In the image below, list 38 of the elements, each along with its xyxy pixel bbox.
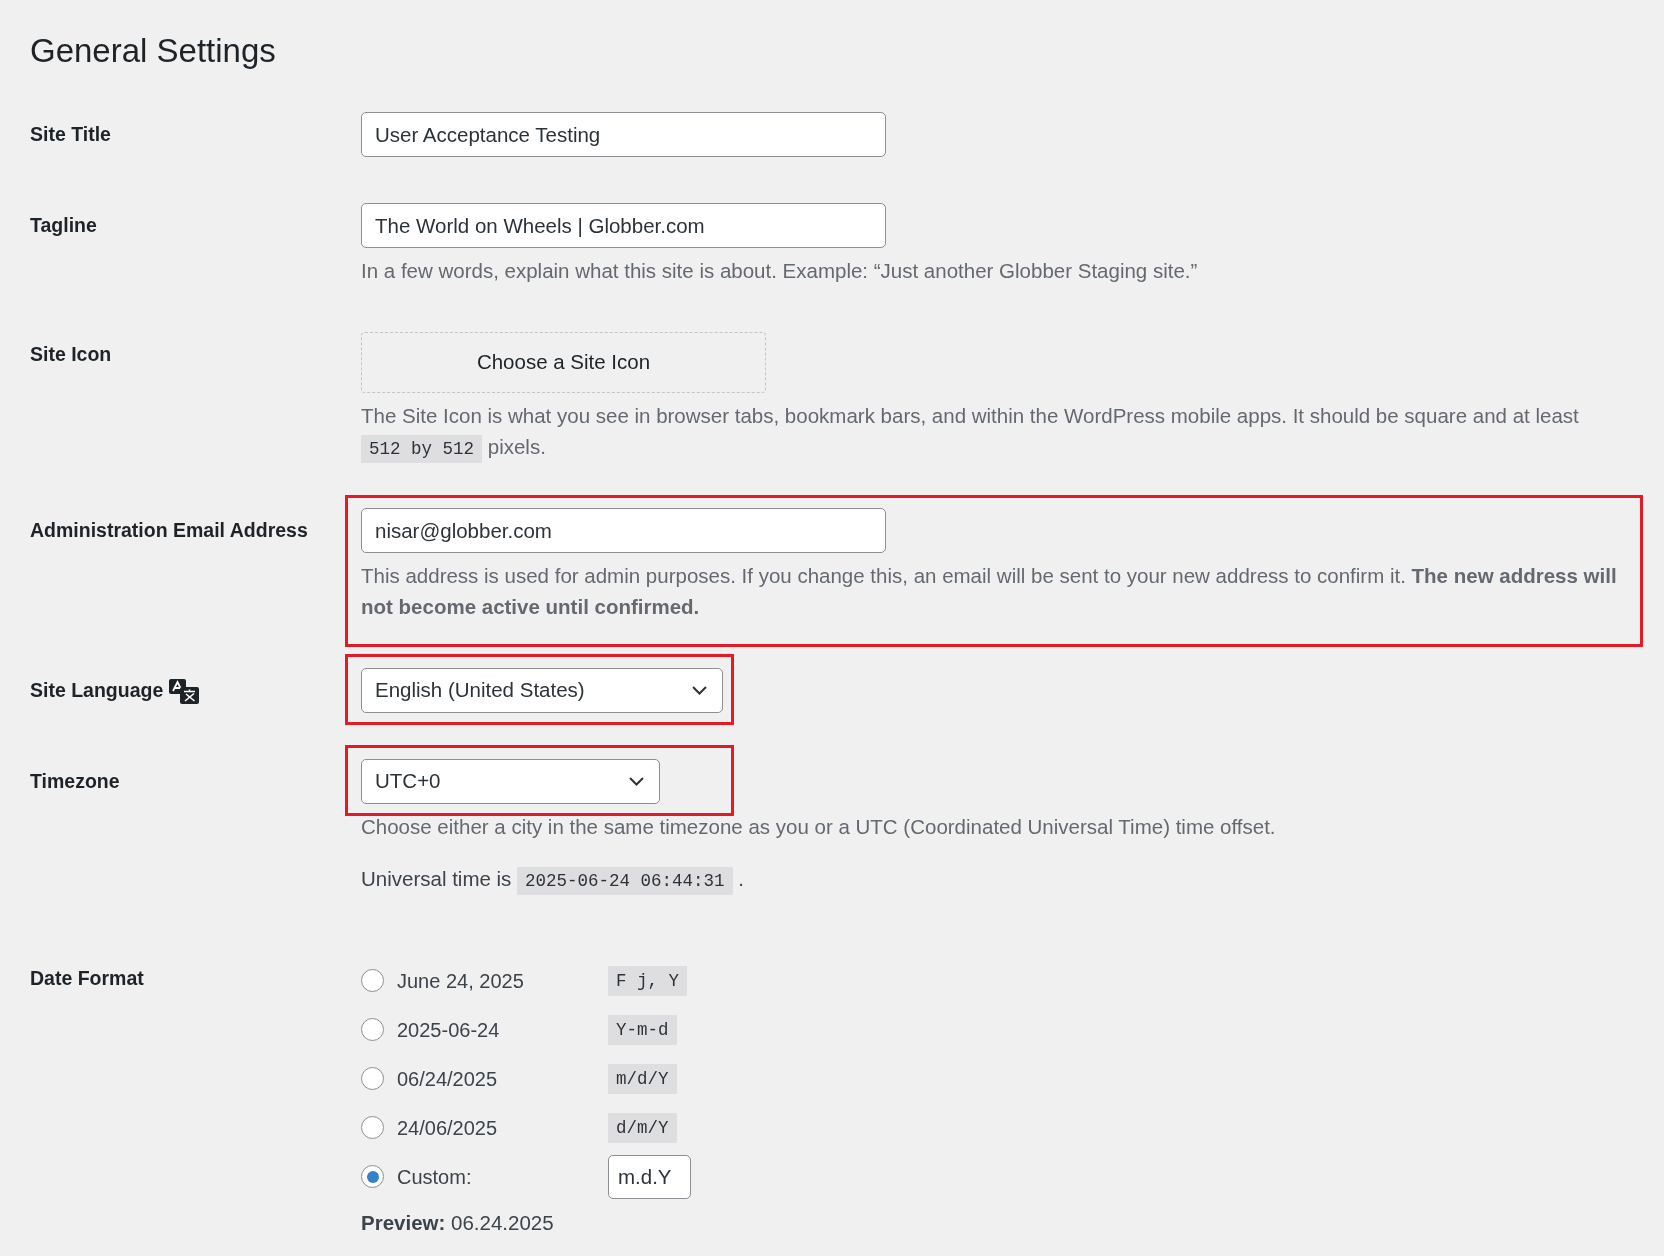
- translation-icon: [169, 679, 200, 704]
- text-input[interactable]: User Acceptance Testing: [361, 112, 886, 157]
- chevron-down-icon: [629, 777, 644, 786]
- custom-format-input[interactable]: m.d.Y: [608, 1154, 691, 1199]
- field-description: In a few words, explain what this site is about. Example: “Just another Globber Staging site.”: [361, 258, 1199, 284]
- format-code: d/m/Y: [608, 1112, 677, 1143]
- page-title: General Settings: [30, 31, 277, 71]
- format-code: F j, Y: [608, 965, 687, 996]
- radio-button[interactable]: [361, 1018, 384, 1041]
- radio-label: 2025-06-24: [397, 1017, 501, 1043]
- field-description: Choose either a city in the same timezone as you or a UTC (Coordinated Universal Time) time offset.: [361, 814, 1277, 840]
- radio-button[interactable]: [361, 969, 384, 992]
- choose-icon-button[interactable]: Choose a Site Icon: [361, 332, 766, 393]
- field-label: Site Title: [30, 123, 111, 145]
- field-label: Site Icon: [30, 343, 112, 365]
- radio-button[interactable]: [361, 1116, 384, 1139]
- chevron-down-icon: [692, 686, 707, 695]
- radio-label: Custom:: [397, 1164, 473, 1190]
- language-dropdown[interactable]: English (United States): [361, 668, 723, 713]
- field-description: The Site Icon is what you see in browser tabs, bookmark bars, and within the WordPress mobile apps. It should be square and at least 512 by 512 pixels.: [361, 400, 1643, 462]
- email-input[interactable]: nisar@globber.com: [361, 508, 886, 553]
- field-label: Administration Email Address: [30, 519, 308, 541]
- field-label: Tagline: [30, 214, 97, 236]
- format-preview: Preview: 06.24.2025: [361, 1210, 555, 1236]
- timezone-dropdown[interactable]: UTC+0: [361, 759, 660, 804]
- field-label: Site Language: [30, 679, 164, 701]
- field-label: Timezone: [30, 770, 120, 792]
- radio-button[interactable]: [361, 1165, 384, 1188]
- text-input[interactable]: The World on Wheels | Globber.com: [361, 203, 886, 248]
- format-code: Y-m-d: [608, 1014, 677, 1045]
- radio-label: 24/06/2025: [397, 1115, 499, 1141]
- radio-label: 06/24/2025: [397, 1066, 499, 1092]
- format-code: m/d/Y: [608, 1063, 677, 1094]
- radio-label: June 24, 2025: [397, 968, 525, 994]
- field-description: This address is used for admin purposes. If you change this, an email will be sent to your new address to confirm it. The new address will not become active until confirmed.: [361, 563, 1618, 620]
- universal-time-text: Universal time is 2025-06-24 06:44:31 .: [361, 863, 1643, 894]
- field-label: Date Format: [30, 967, 144, 989]
- radio-button[interactable]: [361, 1067, 384, 1090]
